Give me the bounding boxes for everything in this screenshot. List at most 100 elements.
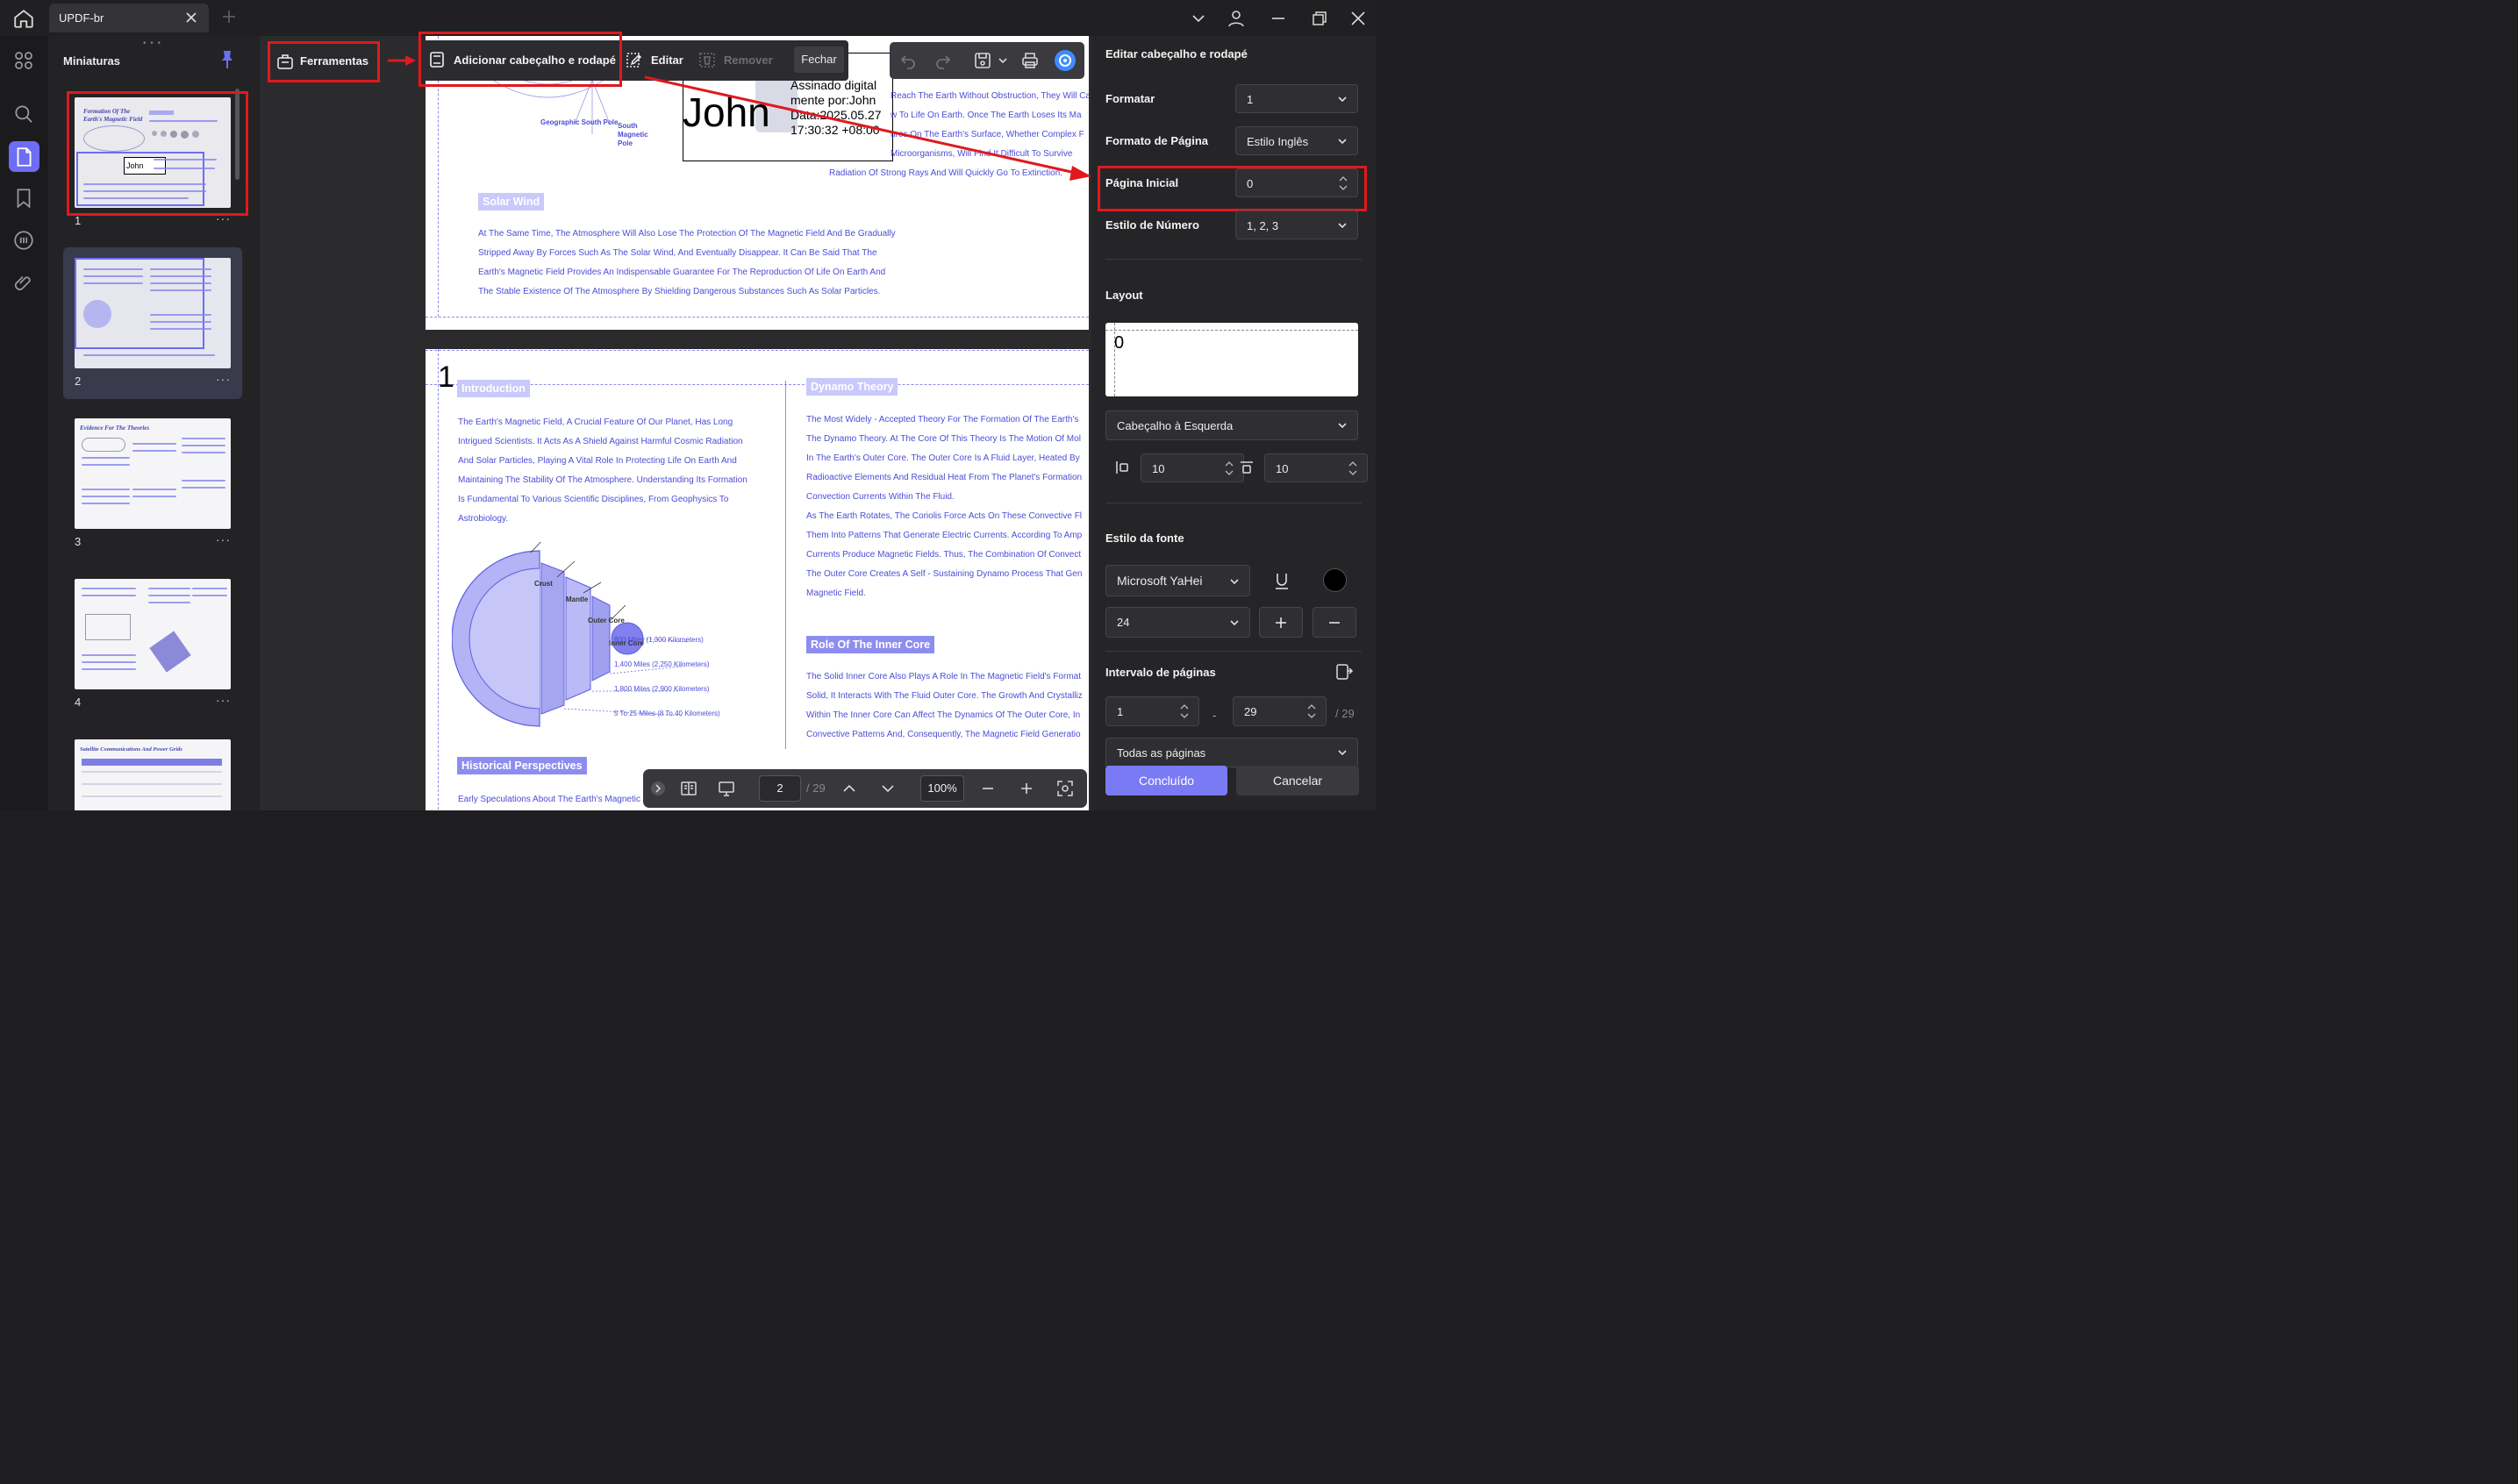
increase-font-button[interactable] bbox=[1259, 607, 1303, 638]
thumbnail-page-5[interactable]: Satellite Communications And Power Grids bbox=[63, 729, 242, 810]
home-icon[interactable] bbox=[12, 7, 35, 30]
page-total: / 29 bbox=[806, 781, 826, 795]
text-line: The Stable Existence Of The Atmosphere B… bbox=[478, 287, 881, 296]
text-line: The Earth's Magnetic Field, A Crucial Fe… bbox=[458, 417, 733, 427]
diagram-label: Crust bbox=[534, 580, 553, 588]
minus-icon bbox=[1329, 622, 1340, 624]
comment-icon[interactable] bbox=[12, 229, 35, 252]
search-icon[interactable] bbox=[12, 103, 35, 125]
close-button[interactable]: Fechar bbox=[794, 46, 844, 73]
print-icon[interactable] bbox=[1020, 51, 1040, 70]
stepper-icon[interactable] bbox=[1348, 458, 1358, 479]
number-style-select[interactable]: 1, 2, 3 bbox=[1235, 210, 1358, 239]
text-line: Astrobiology. bbox=[458, 514, 509, 524]
page-navigation-bar: 2 / 29 100% bbox=[643, 769, 1087, 808]
account-icon[interactable] bbox=[1227, 9, 1246, 28]
document-tab[interactable]: UPDF-br bbox=[49, 4, 209, 32]
page-layout-icon[interactable] bbox=[679, 779, 698, 798]
edit-button[interactable]: Editar bbox=[651, 54, 683, 67]
zoom-level-input[interactable]: 100% bbox=[920, 775, 964, 802]
thumbnail-page-3[interactable]: Evidence For The Theories 3 ··· bbox=[63, 408, 242, 560]
text-line: Microorganisms, Will Find It Difficult T… bbox=[891, 149, 1073, 159]
undo-icon[interactable] bbox=[898, 51, 918, 70]
range-from-input[interactable]: 1 bbox=[1105, 696, 1199, 726]
page-number: 1 bbox=[75, 214, 82, 227]
text-line: The Solid Inner Core Also Plays A Role I… bbox=[806, 672, 1081, 681]
thumbnail-page-4[interactable]: 4 ··· bbox=[63, 568, 242, 720]
header-margin-guide bbox=[426, 350, 1089, 351]
stepper-icon[interactable] bbox=[1179, 701, 1190, 722]
redo-icon[interactable] bbox=[934, 51, 953, 70]
chevron-down-icon[interactable] bbox=[878, 779, 898, 798]
decrease-font-button[interactable] bbox=[1313, 607, 1356, 638]
cancel-button[interactable]: Cancelar bbox=[1236, 766, 1359, 796]
format-label: Formatar bbox=[1105, 92, 1155, 105]
chevron-down-icon bbox=[1338, 96, 1347, 103]
fit-page-icon[interactable] bbox=[1055, 779, 1075, 798]
stepper-icon[interactable] bbox=[1224, 458, 1234, 479]
drag-handle-icon[interactable]: • • • bbox=[143, 39, 161, 48]
top-margin-icon bbox=[1241, 461, 1253, 474]
range-separator: - bbox=[1213, 709, 1217, 722]
text-line: Convective Patterns And, Consequently, T… bbox=[806, 730, 1081, 739]
font-size-select[interactable]: 24 bbox=[1105, 607, 1250, 638]
chevron-up-icon[interactable] bbox=[840, 779, 859, 798]
font-color-swatch[interactable] bbox=[1323, 568, 1347, 592]
underline-icon[interactable] bbox=[1272, 571, 1291, 590]
attachment-icon[interactable] bbox=[12, 271, 35, 294]
header-footer-settings-panel: Editar cabeçalho e rodapé Formatar 1 For… bbox=[1091, 36, 1376, 810]
font-size-value: 24 bbox=[1117, 616, 1130, 629]
text-line: 5 To 25 Miles (8 To 40 Kilometers) bbox=[614, 710, 720, 717]
thumbnail-image bbox=[75, 579, 231, 689]
page-range-settings-icon[interactable] bbox=[1334, 662, 1354, 681]
ai-assistant-icon[interactable] bbox=[1054, 49, 1077, 72]
layout-preview[interactable]: 0 bbox=[1105, 323, 1358, 396]
save-icon[interactable] bbox=[973, 51, 992, 70]
pin-icon[interactable] bbox=[218, 50, 236, 69]
more-options-icon[interactable]: ··· bbox=[216, 532, 231, 546]
text-line: The Dynamo Theory. At The Core Of This T… bbox=[806, 434, 1081, 444]
chevron-down-icon[interactable] bbox=[1189, 9, 1208, 28]
chevron-down-icon[interactable] bbox=[997, 51, 1009, 70]
chevron-down-icon bbox=[1338, 223, 1347, 229]
section-title-introduction: Introduction bbox=[457, 380, 530, 397]
close-tab-icon[interactable] bbox=[184, 11, 198, 25]
remove-button[interactable]: Remover bbox=[724, 54, 773, 67]
stepper-icon[interactable] bbox=[1306, 701, 1317, 722]
font-family-select[interactable]: Microsoft YaHei bbox=[1105, 565, 1250, 596]
page-range-label: Intervalo de páginas bbox=[1105, 666, 1216, 679]
left-margin-icon bbox=[1116, 461, 1128, 474]
zoom-in-icon[interactable] bbox=[1017, 779, 1036, 798]
close-window-icon[interactable] bbox=[1348, 9, 1368, 28]
page-number-input[interactable]: 2 bbox=[759, 775, 801, 802]
page-icon bbox=[17, 147, 32, 167]
more-options-icon[interactable]: ··· bbox=[216, 693, 231, 707]
top-margin-input[interactable]: 10 bbox=[1264, 453, 1368, 482]
text-line: 1,400 Miles (2,250 Kilometers) bbox=[614, 660, 710, 668]
page-subset-select[interactable]: Todas as páginas bbox=[1105, 738, 1358, 767]
position-select[interactable]: Cabeçalho à Esquerda bbox=[1105, 410, 1358, 440]
format-value: 1 bbox=[1247, 93, 1254, 106]
zoom-out-icon[interactable] bbox=[978, 779, 998, 798]
text-line: At The Same Time, The Atmosphere Will Al… bbox=[478, 229, 896, 239]
new-tab-icon[interactable] bbox=[221, 9, 237, 25]
chevron-down-icon bbox=[1230, 620, 1239, 626]
page-format-select[interactable]: Estilo Inglês bbox=[1235, 126, 1358, 155]
left-margin-input[interactable]: 10 bbox=[1141, 453, 1244, 482]
presentation-icon[interactable] bbox=[717, 779, 736, 798]
range-to-input[interactable]: 29 bbox=[1233, 696, 1327, 726]
tools-button[interactable]: Ferramentas bbox=[268, 41, 380, 82]
collapse-arrow-icon[interactable] bbox=[650, 781, 666, 796]
format-select[interactable]: 1 bbox=[1235, 84, 1358, 113]
text-line: Stripped Away By Forces Such As The Sola… bbox=[478, 248, 877, 258]
more-options-icon[interactable]: ··· bbox=[216, 372, 231, 386]
minimize-icon[interactable] bbox=[1269, 9, 1288, 28]
thumbnail-page-2[interactable]: 2 ··· bbox=[63, 247, 242, 399]
chevron-down-icon bbox=[1338, 423, 1347, 429]
document-canvas[interactable]: Geographic South Pole South Magnetic Pol… bbox=[260, 36, 1091, 810]
bookmark-icon[interactable] bbox=[12, 187, 35, 210]
restore-icon[interactable] bbox=[1310, 9, 1329, 28]
done-button[interactable]: Concluído bbox=[1105, 766, 1227, 796]
page-number: 3 bbox=[75, 535, 82, 548]
grid-icon[interactable] bbox=[12, 49, 35, 72]
